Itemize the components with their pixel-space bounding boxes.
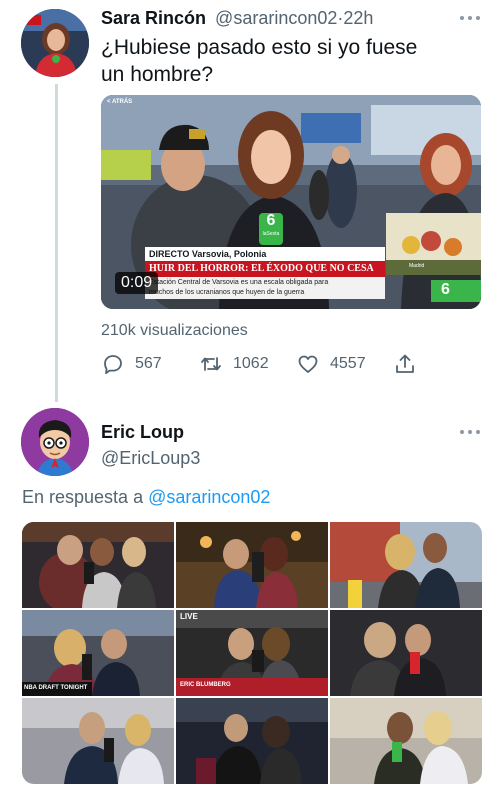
tweet-author-name[interactable]: Sara Rincón (101, 8, 206, 28)
reply-mention-link[interactable]: @sararincon02 (148, 487, 270, 507)
video-corner-label: < ATRÁS (107, 99, 133, 105)
reply-image-grid[interactable]: NBA DRAFT TONIGHT LIVE ERIC BLUMBERG (22, 522, 482, 784)
like-button[interactable]: 4557 (296, 352, 366, 376)
channel-logo-text: laSexta (262, 231, 280, 237)
share-button[interactable] (393, 352, 417, 376)
video-channel-bug: 6 (441, 281, 450, 298)
retweet-count: 1062 (233, 355, 269, 372)
like-count: 4557 (330, 355, 366, 372)
retweet-button[interactable]: 1062 (199, 352, 269, 376)
thread-connector (55, 84, 58, 402)
nba-caption: NBA DRAFT TONIGHT (24, 685, 88, 691)
reply-context-label: En respuesta a (22, 487, 144, 507)
reply-icon (101, 352, 125, 376)
grid-image[interactable]: NBA DRAFT TONIGHT (22, 610, 174, 696)
tweet-text: ¿Hubiese pasado esto si yo fuese un homb… (101, 36, 418, 86)
video-inset-caption: Madrid (409, 263, 425, 269)
reply-count: 567 (135, 355, 162, 372)
grid-image[interactable]: LIVE ERIC BLUMBERG (176, 610, 328, 696)
grid-image[interactable] (330, 698, 482, 784)
grid-image[interactable] (176, 522, 328, 608)
reply-author-name[interactable]: Eric Loup (101, 422, 184, 443)
sara-avatar[interactable] (21, 9, 89, 77)
tweet-more-icon[interactable] (460, 16, 480, 20)
reply-author-handle[interactable]: @EricLoup3 (101, 448, 200, 469)
video-subline-2: muchos de los ucranianos que huyen de la… (149, 289, 305, 296)
grid-image[interactable] (22, 522, 174, 608)
share-icon (393, 352, 417, 376)
reply-button[interactable]: 567 (101, 352, 162, 376)
tweet-view-count: 210k visualizaciones (101, 322, 248, 339)
channel-logo-mark: 6 (266, 212, 276, 229)
grid-image[interactable] (330, 610, 482, 696)
video-timestamp: 0:09 (115, 272, 159, 294)
tweet-video[interactable]: < ATRÁS 6 laSexta DIRECTO Varsovia, Polo… (101, 95, 481, 309)
retweet-icon (199, 352, 223, 376)
grid-image[interactable] (330, 522, 482, 608)
like-icon (296, 352, 320, 376)
live-caption: LIVE (180, 612, 198, 621)
reply-more-icon[interactable] (460, 430, 480, 434)
grid-image[interactable] (22, 698, 174, 784)
video-headline: HUIR DEL HORROR: EL ÉXODO QUE NO CESA (149, 263, 374, 274)
tweet-author-handle[interactable]: @sararincon02 (215, 8, 337, 28)
eric-caption: ERIC BLUMBERG (180, 682, 231, 688)
eric-avatar[interactable] (21, 408, 89, 476)
video-subline-1: Estación Central de Varsovia es una esca… (149, 279, 329, 286)
video-location: DIRECTO Varsovia, Polonia (149, 249, 267, 259)
channel-logo-icon: 6 laSexta (259, 212, 283, 244)
grid-image[interactable] (176, 698, 328, 784)
tweet-time[interactable]: 22h (343, 8, 373, 28)
